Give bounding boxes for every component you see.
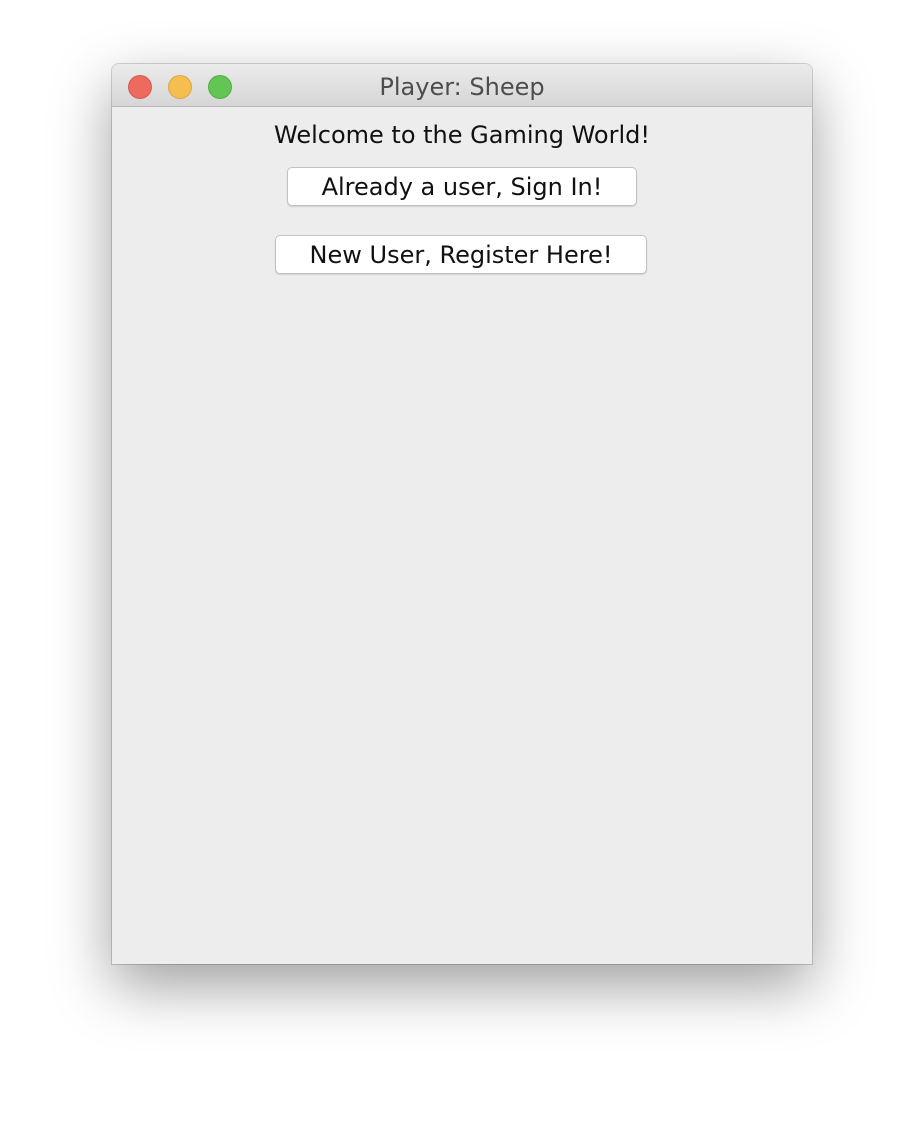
window-title: Player: Sheep — [379, 73, 545, 101]
app-window: Player: Sheep Welcome to the Gaming Worl… — [112, 64, 812, 964]
welcome-heading: Welcome to the Gaming World! — [274, 121, 650, 149]
title-bar[interactable]: Player: Sheep — [112, 64, 812, 107]
sign-in-button[interactable]: Already a user, Sign In! — [287, 167, 637, 206]
register-button[interactable]: New User, Register Here! — [275, 235, 647, 274]
window-content: Welcome to the Gaming World! Already a u… — [112, 107, 812, 964]
